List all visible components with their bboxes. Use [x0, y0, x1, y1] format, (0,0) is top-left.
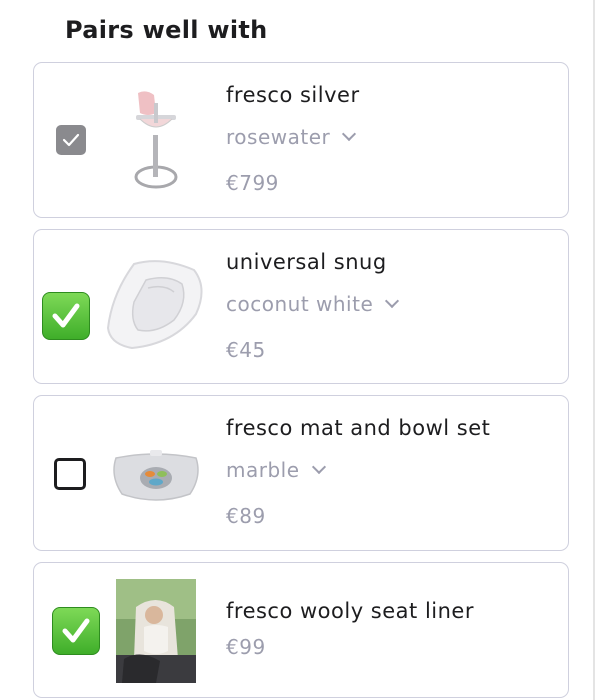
product-price: €89: [226, 504, 266, 528]
variant-select[interactable]: rosewater: [226, 125, 357, 149]
product-price: €99: [226, 635, 266, 659]
variant-select[interactable]: coconut white: [226, 292, 400, 316]
product-name: universal snug: [226, 250, 387, 274]
variant-label: marble: [226, 458, 300, 482]
product-name: fresco mat and bowl set: [226, 416, 491, 440]
high-chair-image: [134, 91, 178, 189]
seat-liner-photo: [116, 579, 196, 683]
checkbox-unchecked[interactable]: [54, 458, 86, 490]
checkmark-icon: [52, 303, 80, 328]
chevron-down-icon: [385, 293, 400, 309]
variant-select[interactable]: marble: [226, 458, 326, 482]
chevron-down-icon: [342, 126, 357, 142]
checkbox-checked[interactable]: [42, 292, 90, 340]
product-card-universal-snug[interactable]: universal snug coconut white €45: [33, 229, 569, 384]
product-card-wooly-seat-liner[interactable]: fresco wooly seat liner €99: [33, 562, 569, 698]
chevron-down-icon: [311, 459, 326, 475]
product-price: €799: [226, 171, 279, 195]
checkmark-icon: [62, 618, 90, 643]
variant-label: rosewater: [226, 125, 331, 149]
checkbox-checked[interactable]: [52, 607, 100, 655]
product-name: fresco silver: [226, 83, 360, 107]
section-title: Pairs well with: [65, 16, 268, 44]
checkbox-checked-disabled[interactable]: [56, 125, 86, 155]
product-name: fresco wooly seat liner: [226, 599, 474, 623]
checkmark-icon: [62, 133, 80, 147]
snug-insert-image: [106, 260, 203, 350]
product-price: €45: [226, 338, 266, 362]
mat-and-bowl-image: [113, 450, 199, 501]
variant-label: coconut white: [226, 292, 374, 316]
product-card-fresco-silver[interactable]: fresco silver rosewater €799: [33, 62, 569, 218]
scroll-edge-divider: [593, 0, 595, 700]
product-card-mat-and-bowl[interactable]: fresco mat and bowl set marble €89: [33, 395, 569, 551]
